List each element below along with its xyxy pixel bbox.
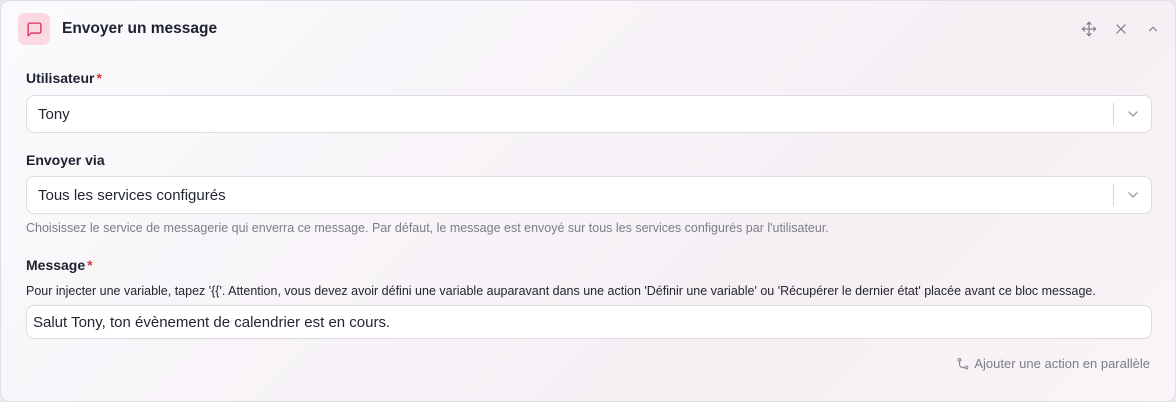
message-input-value: Salut Tony, ton évènement de calendrier … bbox=[33, 313, 391, 331]
user-select-value: Tony bbox=[38, 105, 70, 123]
card-header: Envoyer un message bbox=[18, 13, 1163, 45]
message-square-icon bbox=[18, 13, 50, 45]
action-card: Envoyer un message Utilisateur * Tony En… bbox=[0, 0, 1176, 402]
header-actions bbox=[1079, 19, 1163, 39]
chevron-down-icon[interactable] bbox=[1125, 187, 1141, 203]
user-label: Utilisateur * bbox=[26, 70, 102, 86]
select-separator bbox=[1113, 184, 1114, 206]
add-parallel-action-label: Ajouter une action en parallèle bbox=[974, 356, 1150, 371]
message-label: Message * bbox=[26, 257, 93, 273]
move-icon[interactable] bbox=[1079, 19, 1099, 39]
send-via-help-text: Choisissez le service de messagerie qui … bbox=[26, 221, 829, 235]
send-via-select[interactable]: Tous les services configurés bbox=[26, 176, 1152, 214]
select-separator bbox=[1113, 103, 1114, 125]
required-mark: * bbox=[87, 257, 93, 273]
user-label-text: Utilisateur bbox=[26, 70, 95, 86]
git-branch-icon bbox=[958, 357, 969, 369]
chevron-down-icon[interactable] bbox=[1125, 106, 1141, 122]
required-mark: * bbox=[96, 70, 102, 86]
send-via-label: Envoyer via bbox=[26, 152, 105, 168]
send-via-select-value: Tous les services configurés bbox=[38, 186, 226, 204]
message-input[interactable]: Salut Tony, ton évènement de calendrier … bbox=[26, 305, 1152, 339]
message-hint-text: Pour injecter une variable, tapez '{{'. … bbox=[26, 284, 1096, 298]
add-parallel-action-button[interactable]: Ajouter une action en parallèle bbox=[956, 356, 1150, 371]
send-via-label-text: Envoyer via bbox=[26, 152, 105, 168]
close-icon[interactable] bbox=[1111, 19, 1131, 39]
card-title: Envoyer un message bbox=[62, 20, 218, 37]
user-select[interactable]: Tony bbox=[26, 95, 1152, 133]
chevron-up-icon[interactable] bbox=[1143, 19, 1163, 39]
message-label-text: Message bbox=[26, 257, 86, 273]
